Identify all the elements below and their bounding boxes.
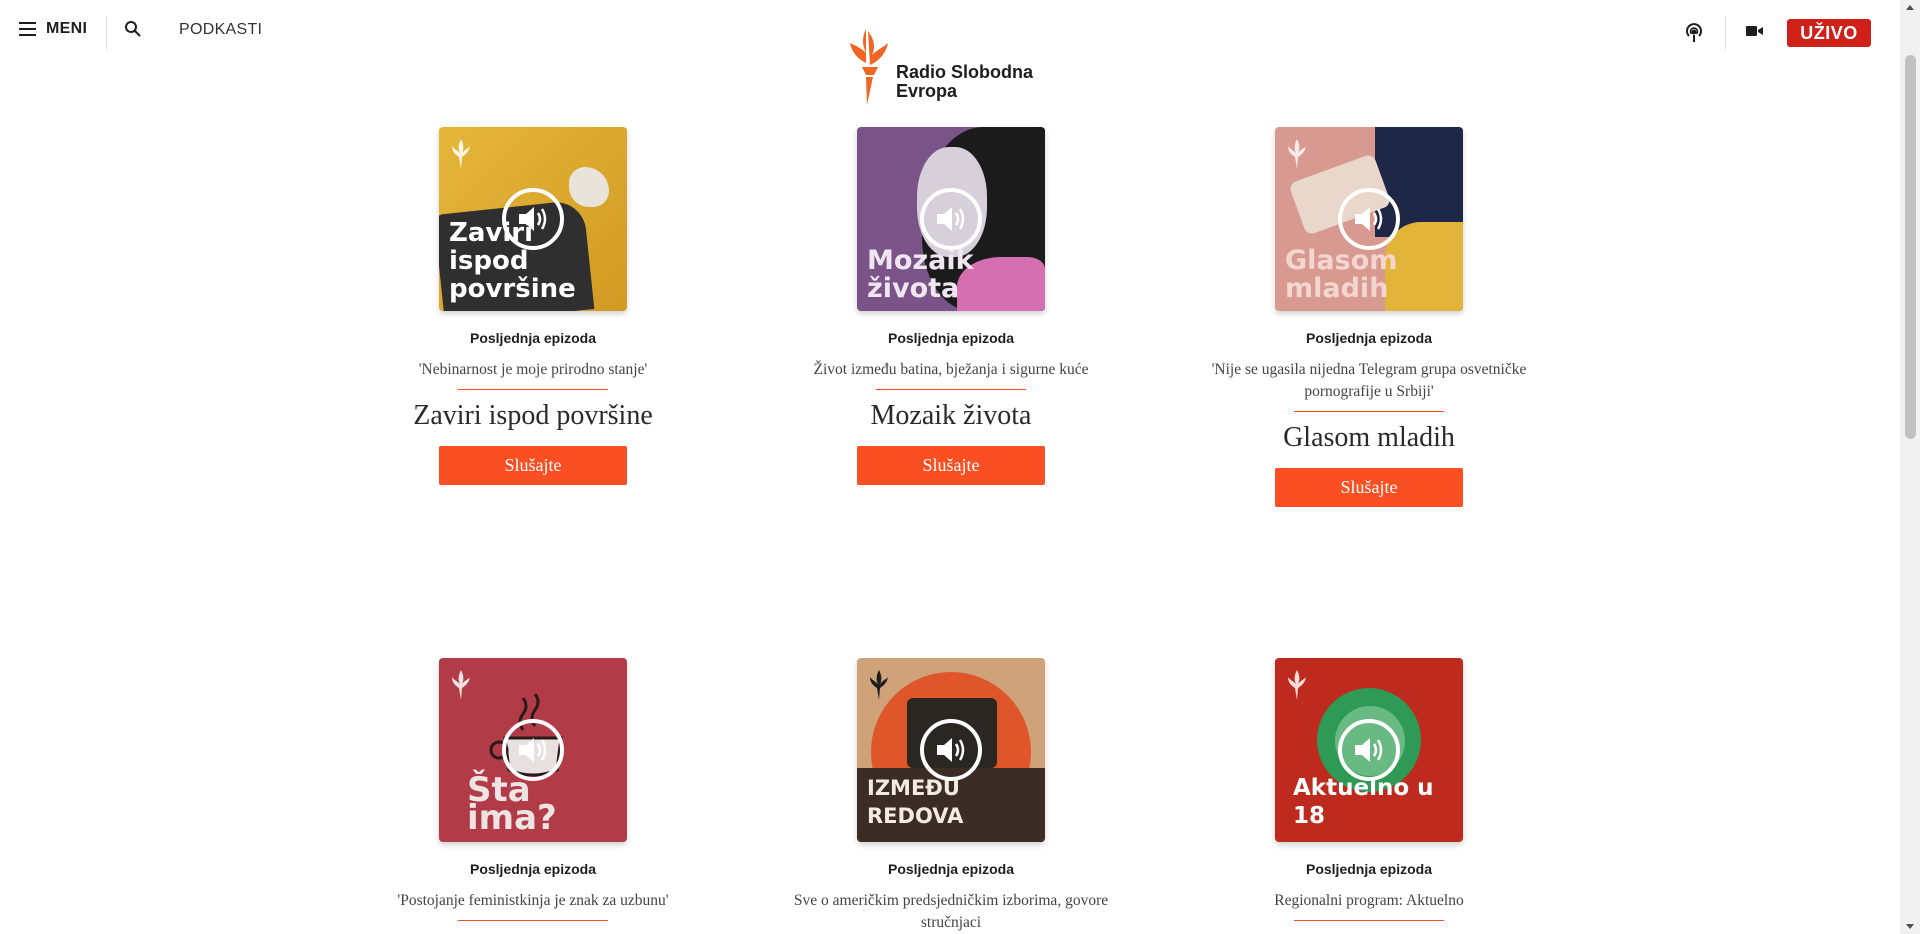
listen-button[interactable]: Slušajte <box>439 446 627 485</box>
listen-button[interactable]: Slušajte <box>857 446 1045 485</box>
latest-episode-label: Posljednja epizoda <box>1305 330 1433 346</box>
podcast-card: IZMEĐU REDOVA Posljednja epizoda Sve o a… <box>771 658 1131 934</box>
latest-episode-label: Posljednja epizoda <box>887 330 1015 346</box>
scrollbar[interactable] <box>1900 0 1920 934</box>
episode-title-link[interactable]: 'Nebinarnost je moje prirodno stanje' <box>419 359 648 381</box>
scroll-down-icon[interactable] <box>1906 924 1914 929</box>
podcast-title-link[interactable]: Mozaik života <box>871 400 1032 432</box>
podcast-card: Mozaik života Posljednja epizoda Život i… <box>771 127 1131 485</box>
cover-title: Glasom mladih <box>1285 245 1398 304</box>
logo-line-2: Evropa <box>896 81 958 101</box>
search-icon[interactable] <box>124 20 146 42</box>
podcast-icon[interactable] <box>1683 22 1707 46</box>
rfe-bird-icon <box>1288 139 1306 169</box>
podcast-card: Šta ima? Posljednja epizoda 'Postojanje … <box>353 658 713 921</box>
menu-label: MENI <box>46 20 88 37</box>
episode-title-link[interactable]: Sve o američkim predsjedničkim izborima,… <box>781 890 1121 934</box>
divider-line <box>458 389 608 390</box>
play-audio-icon[interactable] <box>920 188 982 250</box>
menu-button[interactable]: MENI <box>19 20 87 38</box>
podcast-title-link[interactable]: Zaviri ispod površine <box>413 400 653 432</box>
latest-episode-label: Posljednja epizoda <box>1305 861 1433 877</box>
cover-art <box>569 167 609 207</box>
rfe-bird-icon <box>870 670 888 700</box>
latest-episode-label: Posljednja epizoda <box>469 861 597 877</box>
rfe-bird-icon <box>1288 670 1306 700</box>
podcast-cover[interactable]: Mozaik života <box>857 127 1045 311</box>
hamburger-icon <box>19 22 36 36</box>
episode-title-link[interactable]: Život između batina, bježanja i sigurne … <box>813 359 1088 381</box>
play-audio-icon[interactable] <box>920 719 982 781</box>
rfe-bird-icon <box>452 139 470 169</box>
logo-line-1: Radio Slobodna <box>896 62 1033 82</box>
episode-title-link[interactable]: 'Postojanje feministkinja je znak za uzb… <box>397 890 668 912</box>
podcast-card: Aktuelno u 18 Posljednja epizoda Regiona… <box>1189 658 1549 921</box>
scroll-up-icon[interactable] <box>1906 5 1914 10</box>
play-audio-icon[interactable] <box>1338 719 1400 781</box>
episode-title-link[interactable]: 'Nije se ugasila nijedna Telegram grupa … <box>1189 359 1549 403</box>
torch-logo-icon <box>850 29 888 105</box>
episode-title-link[interactable]: Regionalni program: Aktuelno <box>1274 890 1463 912</box>
nav-podcasts-link[interactable]: PODKASTI <box>179 21 262 39</box>
divider-line <box>1294 411 1444 412</box>
header-divider <box>106 16 107 50</box>
podcast-title-link[interactable]: Glasom mladih <box>1283 422 1455 454</box>
play-audio-icon[interactable] <box>1338 188 1400 250</box>
divider-line <box>1294 920 1444 921</box>
podcast-cover[interactable]: Šta ima? <box>439 658 627 842</box>
video-camera-icon[interactable] <box>1746 24 1768 42</box>
site-logo[interactable]: Radio Slobodna Evropa <box>848 25 1033 107</box>
podcast-card: Zaviri ispod površine Posljednja epizoda… <box>353 127 713 485</box>
site-header: MENI PODKASTI Radio Slobodna Evropa UŽIV… <box>0 0 1900 105</box>
cover-title: Mozaik života <box>867 245 974 304</box>
latest-episode-label: Posljednja epizoda <box>887 861 1015 877</box>
play-audio-icon[interactable] <box>502 719 564 781</box>
divider-line <box>876 389 1026 390</box>
podcast-card: Glasom mladih Posljednja epizoda 'Nije s… <box>1189 127 1549 507</box>
logo-wordmark: Radio Slobodna Evropa <box>896 63 1033 101</box>
rfe-bird-icon <box>452 670 470 700</box>
podcast-cover[interactable]: Glasom mladih <box>1275 127 1463 311</box>
listen-button[interactable]: Slušajte <box>1275 468 1463 507</box>
cover-title: IZMEĐU REDOVA <box>867 776 964 828</box>
podcast-cover[interactable]: IZMEĐU REDOVA <box>857 658 1045 842</box>
podcast-cover[interactable]: Zaviri ispod površine <box>439 127 627 311</box>
live-button[interactable]: UŽIVO <box>1787 19 1871 47</box>
latest-episode-label: Posljednja epizoda <box>469 330 597 346</box>
play-audio-icon[interactable] <box>502 188 564 250</box>
cover-title: Šta ima? <box>467 770 557 838</box>
divider-line <box>458 920 608 921</box>
header-divider <box>1725 16 1726 50</box>
podcast-cover[interactable]: Aktuelno u 18 <box>1275 658 1463 842</box>
scroll-thumb[interactable] <box>1905 55 1916 439</box>
cover-title: Aktuelno u 18 <box>1293 775 1434 829</box>
